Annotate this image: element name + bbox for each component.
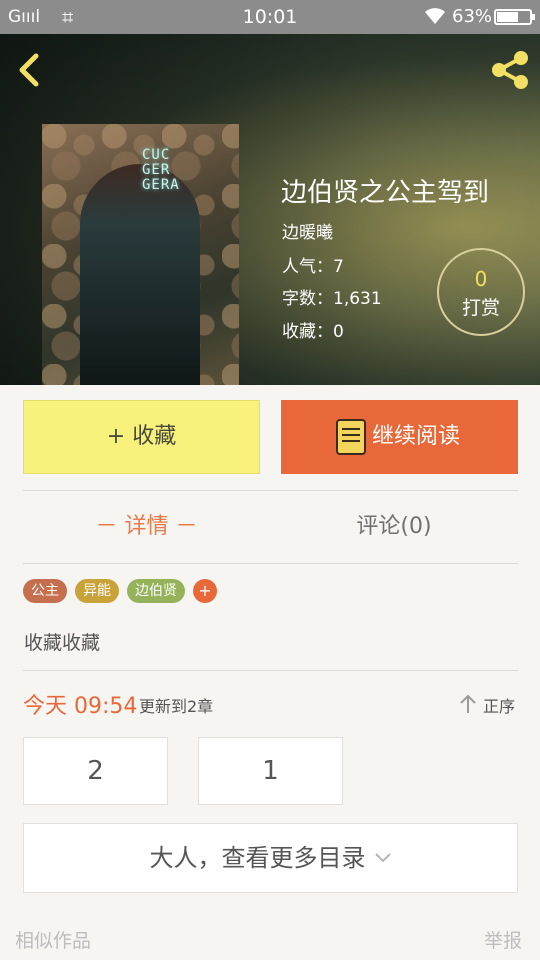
report-button[interactable]: 举报 (484, 926, 522, 953)
book-author[interactable]: 边暖曦 (282, 218, 333, 243)
sort-order-button[interactable]: 正序 (483, 693, 515, 717)
chapter-button[interactable]: 2 (23, 737, 168, 805)
add-tag-button[interactable]: + (193, 579, 217, 603)
add-to-collection-button[interactable]: + 收藏 (23, 400, 260, 474)
tag-chip[interactable]: 异能 (75, 579, 119, 603)
update-text: 更新到2章 (139, 697, 214, 716)
book-title: 边伯贤之公主驾到 (281, 178, 490, 208)
update-time: 今天 09:54 (23, 694, 138, 719)
divider (23, 670, 518, 671)
cover-figure (80, 164, 200, 385)
battery-percent: 63% (452, 6, 493, 27)
view-more-toc-button[interactable]: 大人，查看更多目录 (23, 823, 518, 893)
arrow-up-icon[interactable] (460, 694, 476, 713)
tip-button[interactable]: 0 打赏 (437, 248, 525, 336)
similar-works-heading: 相似作品 (15, 930, 92, 952)
book-popularity: 人气：7 (282, 257, 344, 277)
wifi-icon (423, 4, 447, 31)
book-header: CUC GER GERA 边伯贤之公主驾到 边暖曦 人气：7 字数：1,631 收藏… (0, 34, 540, 385)
book-favorites: 收藏：0 (282, 322, 344, 342)
book-word-count: 字数：1,631 (282, 289, 382, 309)
view-more-toc-label: 大人，查看更多目录 (149, 844, 366, 872)
book-cover[interactable]: CUC GER GERA (42, 124, 239, 385)
continue-reading-label: 继续阅读 (372, 424, 461, 449)
tab-comments[interactable]: 评论(0) (270, 508, 518, 540)
share-icon (492, 51, 528, 89)
tag-list: 公主 异能 边伯贤 + (23, 579, 217, 603)
back-button[interactable] (14, 50, 54, 90)
cover-neon-text: CUC GER GERA (142, 147, 180, 193)
book-icon (336, 419, 366, 455)
continue-reading-button[interactable]: 继续阅读 (281, 400, 518, 474)
chevron-left-icon (19, 53, 39, 87)
tip-count: 0 (474, 267, 488, 291)
tag-chip[interactable]: 公主 (23, 579, 67, 603)
share-button[interactable] (488, 50, 532, 90)
battery-icon (494, 9, 535, 25)
status-bar: Gıııl ⌗ 10:01 63% (0, 0, 540, 34)
tag-chip[interactable]: 边伯贤 (127, 579, 185, 603)
divider (23, 563, 518, 564)
tip-label: 打赏 (461, 297, 500, 319)
chevron-down-icon (374, 825, 392, 893)
tab-detail[interactable]: － 详情 － (23, 508, 270, 540)
divider (23, 490, 518, 491)
chapter-button[interactable]: 1 (198, 737, 343, 805)
book-description: 收藏收藏 (24, 632, 101, 654)
